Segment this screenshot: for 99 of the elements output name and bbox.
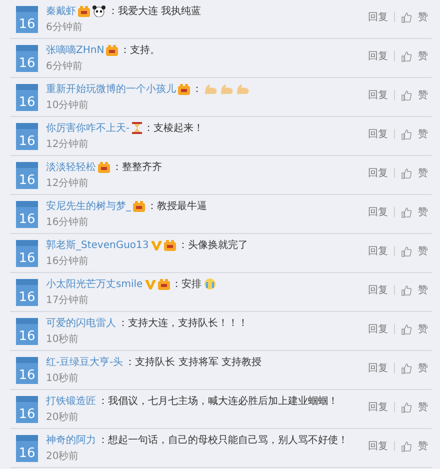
reply-link[interactable]: 回复 [368, 283, 388, 297]
reply-link[interactable]: 回复 [368, 244, 388, 258]
avatar[interactable]: 16 [16, 435, 38, 462]
avatar[interactable]: 16 [16, 279, 38, 306]
comment-time: 6分钟前 [46, 60, 84, 73]
like-link[interactable]: 赞 [418, 127, 428, 141]
like-link[interactable]: 赞 [418, 10, 428, 24]
comment-time: 17分钟前 [46, 294, 90, 307]
flexed-arm-icon [204, 83, 218, 95]
thumbs-up-icon [401, 284, 412, 296]
user-name[interactable]: 张嘀嘀ZHnN [46, 43, 104, 57]
thumbs-up-icon [401, 402, 412, 412]
like-link[interactable]: 赞 [418, 322, 428, 336]
comment-text: ：支持队长 支持将军 支持教授 [125, 356, 262, 369]
thumbs-up-icon [401, 246, 412, 256]
like-link[interactable]: 赞 [418, 400, 428, 414]
hourglass-icon [132, 122, 142, 134]
flexed-arm-icon [236, 83, 250, 95]
avatar[interactable]: 16 [16, 123, 38, 150]
comment-time: 16分钟前 [46, 254, 90, 268]
thumbs-up-icon [401, 12, 412, 22]
user-name[interactable]: 郭老斯_StevenGuo13 [46, 238, 149, 252]
comment-text: ：想起一句话，自己的母校只能自己骂，别人骂不好使！ [98, 434, 348, 447]
thumbs-up-icon [401, 324, 412, 334]
comment-text: ：支持大连，支持队长！！！ [118, 316, 248, 330]
like-link[interactable]: 赞 [418, 166, 428, 180]
thumbs-up-icon [401, 206, 412, 218]
reply-link[interactable]: 回复 [368, 10, 388, 24]
member-icon [164, 240, 176, 250]
reply-link[interactable]: 回复 [368, 322, 388, 336]
user-name[interactable]: 小太阳光芒万丈smile [46, 277, 143, 291]
verified-icon [150, 240, 162, 250]
comment-text: ：安排 [172, 278, 202, 291]
avatar[interactable]: 16 [16, 318, 38, 345]
comment-time: 20秒前 [46, 410, 80, 424]
avatar[interactable]: 16 [16, 84, 38, 111]
avatar[interactable]: 16 [16, 162, 38, 189]
like-link[interactable]: 赞 [418, 88, 428, 102]
thumbs-up-icon [401, 362, 412, 374]
thumbs-up-icon [401, 440, 412, 452]
comment-text: ：我倡议，七月七主场，喊大连必胜后加上建业蝈蝈！ [98, 394, 338, 408]
panda-icon [92, 5, 106, 17]
reply-link[interactable]: 回复 [368, 361, 388, 375]
user-name[interactable]: 重新开始玩微博的一个小孩儿 [46, 82, 176, 96]
avatar[interactable]: 16 [16, 6, 38, 33]
comment-text: ：教授最牛逼 [147, 200, 207, 213]
like-link[interactable]: 赞 [418, 361, 428, 375]
reply-link[interactable]: 回复 [368, 49, 388, 63]
member-icon [158, 278, 170, 290]
reply-link[interactable]: 回复 [368, 400, 388, 414]
avatar[interactable]: 16 [16, 396, 38, 423]
avatar[interactable]: 16 [16, 201, 38, 228]
comment-text: ：头像换就完了 [178, 238, 248, 252]
comment-time: 10秒前 [46, 332, 80, 346]
user-name[interactable]: 安尼先生的树与梦_ [46, 199, 131, 213]
user-name[interactable]: 可爱的闪电雷人 [46, 316, 116, 330]
user-name[interactable]: 打铁锻造匠 [46, 394, 96, 408]
thumbs-up-icon [401, 90, 412, 100]
user-name[interactable]: 红-豆绿豆大亨-头 [46, 355, 124, 369]
like-link[interactable]: 赞 [418, 205, 428, 219]
member-icon [78, 6, 90, 16]
comment-time: 6分钟前 [46, 20, 84, 34]
comment-time: 12分钟前 [46, 176, 90, 190]
like-link[interactable]: 赞 [418, 244, 428, 258]
comment-text: ：整整齐齐 [112, 160, 162, 174]
like-link[interactable]: 赞 [418, 283, 428, 297]
reply-link[interactable]: 回复 [368, 166, 388, 180]
flexed-arm-icon [220, 83, 234, 95]
like-link[interactable]: 赞 [418, 49, 428, 63]
comment-text: ：我爱大连 我执纯蓝 [108, 4, 202, 18]
member-icon [133, 200, 145, 212]
thumbs-up-icon [401, 168, 412, 178]
user-name[interactable]: 神奇的阿力 [46, 433, 96, 447]
comment-time: 20秒前 [46, 450, 80, 463]
comment-text: ：支棱起来！ [144, 122, 204, 135]
comment-text: ： [192, 83, 202, 96]
comment-time: 10分钟前 [46, 98, 90, 112]
user-name[interactable]: 淡淡轻轻松 [46, 160, 96, 174]
member-icon [106, 44, 118, 56]
comment-time: 10秒前 [46, 372, 80, 385]
thumbs-up-icon [401, 50, 412, 62]
avatar[interactable]: 16 [16, 240, 38, 267]
reply-link[interactable]: 回复 [368, 88, 388, 102]
reply-link[interactable]: 回复 [368, 127, 388, 141]
verified-icon [144, 278, 156, 290]
user-name[interactable]: 秦戴虾 [46, 4, 76, 18]
avatar[interactable]: 16 [16, 45, 38, 72]
member-icon [178, 84, 190, 94]
comment-time: 16分钟前 [46, 216, 90, 229]
comment-time: 12分钟前 [46, 138, 90, 151]
reply-link[interactable]: 回复 [368, 439, 388, 453]
avatar[interactable]: 16 [16, 357, 38, 384]
comment-text: ：支持。 [120, 44, 160, 57]
user-name[interactable]: 你厉害你咋不上天- [46, 121, 130, 135]
thumbs-up-icon [401, 128, 412, 140]
crying-face-icon [204, 278, 216, 290]
member-icon [98, 162, 110, 172]
reply-link[interactable]: 回复 [368, 205, 388, 219]
like-link[interactable]: 赞 [418, 439, 428, 453]
